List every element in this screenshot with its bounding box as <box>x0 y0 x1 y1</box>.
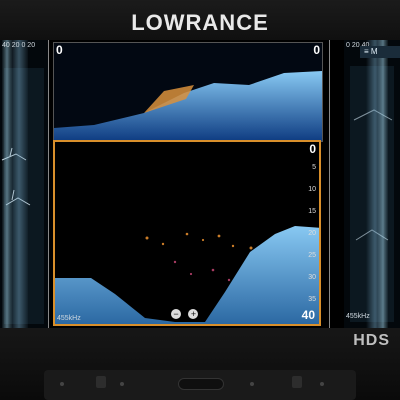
depth-tick: 5 <box>312 164 316 171</box>
brand-logo: LOWRANCE <box>131 10 269 35</box>
mount-dot <box>120 382 124 386</box>
display-screen: 40 20 0 20 0 0 0 5 10 15 20 25 30 35 455… <box>0 40 400 328</box>
left-sonar-stripe <box>10 40 28 328</box>
depth-tick: 25 <box>308 252 316 259</box>
depth-tick: 20 <box>308 230 316 237</box>
right-frequency-label: 455kHz <box>346 313 370 320</box>
left-mount-bolt <box>96 376 106 388</box>
mount-knob[interactable] <box>178 378 224 390</box>
zoom-out-button[interactable]: − <box>171 309 181 319</box>
downscan-image <box>54 71 322 141</box>
right-mount-bolt <box>292 376 302 388</box>
downscan-depth-right: 0 <box>313 43 320 57</box>
model-logo: HDS <box>353 332 390 349</box>
2d-sonar-pane[interactable]: 0 5 10 15 20 25 30 35 455kHz − + 40 <box>53 140 321 326</box>
mount-dot <box>60 382 64 386</box>
frequency-label-center: 455kHz <box>57 315 81 322</box>
depth-scale: 0 5 10 15 20 25 30 35 <box>294 142 316 324</box>
left-sidescan-pane: 40 20 0 20 <box>0 40 48 328</box>
depth-top-0: 0 <box>309 142 316 156</box>
mount-dot <box>320 382 324 386</box>
zoom-controls: − + <box>171 304 201 322</box>
right-sidescan-pane: 0 20 40 455kHz <box>344 40 400 328</box>
depth-bottom-readout: 40 <box>301 308 315 322</box>
depth-tick: 15 <box>308 208 316 215</box>
menu-button[interactable]: ≡ M <box>360 46 400 58</box>
mount-dot <box>250 382 254 386</box>
left-sidescan-scale: 40 20 0 20 <box>2 42 36 49</box>
depth-tick: 10 <box>308 186 316 193</box>
center-display: 0 0 0 5 10 15 20 25 30 35 455kHz − + 40 <box>48 40 330 328</box>
depth-tick: 30 <box>308 274 316 281</box>
downscan-depth-left: 0 <box>56 43 63 57</box>
downscan-pane[interactable]: 0 0 <box>53 42 323 142</box>
depth-tick: 35 <box>308 296 316 303</box>
left-sonar-stripe-2 <box>2 40 12 328</box>
2d-sonar-image <box>55 226 319 324</box>
zoom-in-button[interactable]: + <box>188 309 199 319</box>
right-sonar-stripe-2 <box>378 40 388 328</box>
